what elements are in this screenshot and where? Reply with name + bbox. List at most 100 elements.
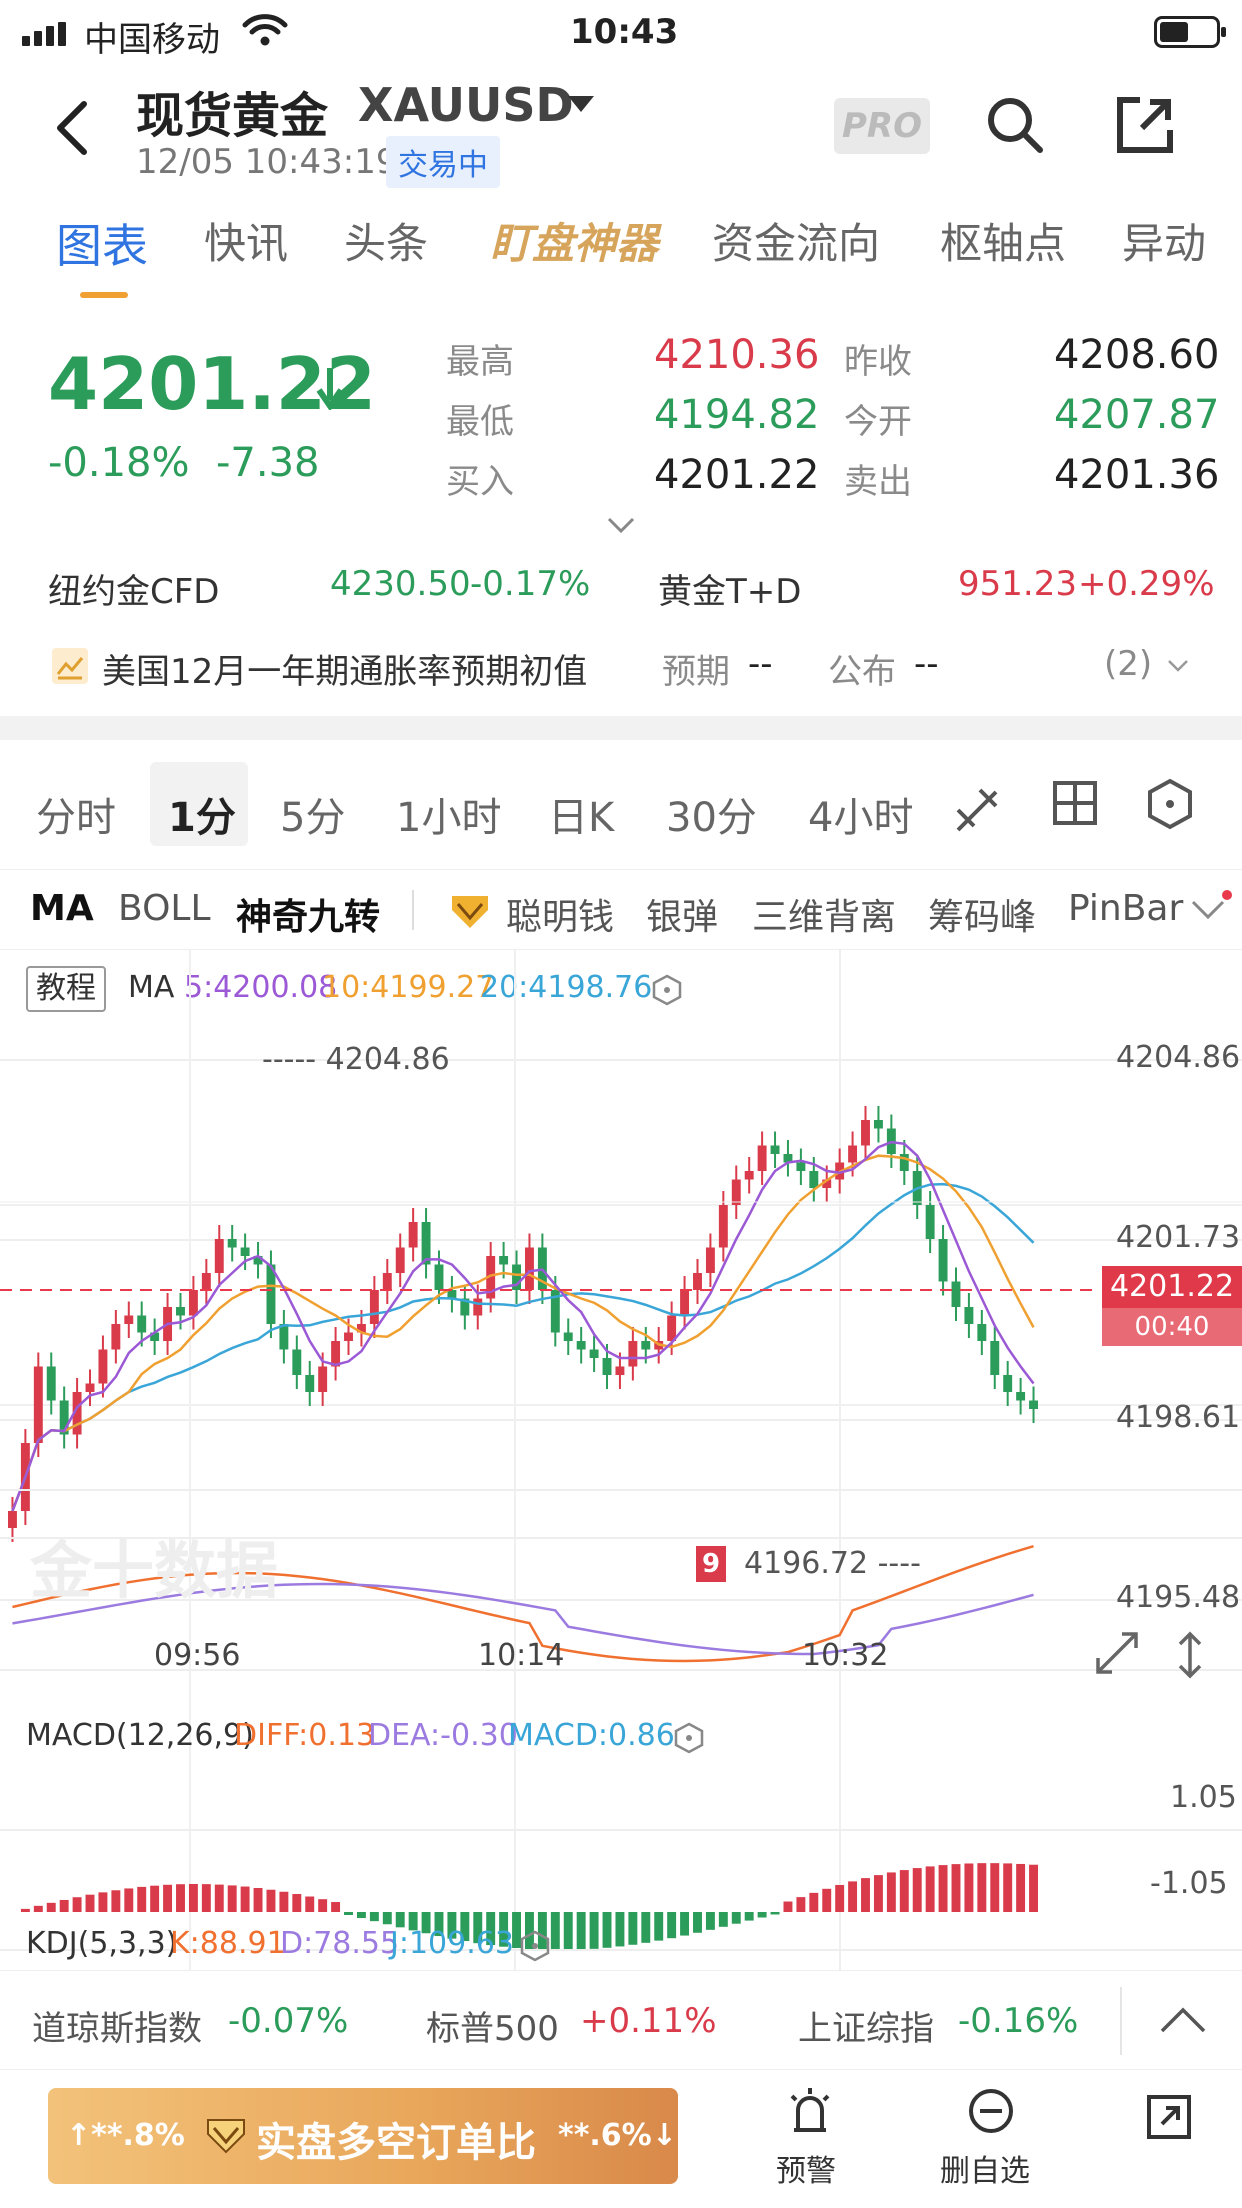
symbol-selector[interactable]: XAUUSD [358,78,574,132]
period-daily[interactable]: 日K [548,785,614,843]
related-price-1: 951.23 [958,564,1077,604]
macd-bar [1029,1864,1038,1912]
tab-monitor[interactable]: 盯盘神器 [490,210,658,271]
tab-chart[interactable]: 图表 [56,210,148,276]
indicator-pinbar[interactable]: PinBar [1068,888,1183,929]
macd-settings-icon[interactable] [674,1722,704,1754]
macd-bar [615,1912,625,1947]
macd-bar [124,1888,134,1912]
index-name[interactable]: 道琼斯指数 [32,2001,202,2050]
candle-body [977,1324,987,1341]
kdj-settings-icon[interactable] [520,1930,550,1962]
expand-chevron-icon[interactable] [606,516,636,534]
draw-tool-icon[interactable] [950,780,1004,836]
macd-bar [731,1912,741,1924]
candle-body [705,1247,715,1273]
tab-headlines[interactable]: 头条 [344,210,428,271]
clock: 10:43 [570,12,679,52]
layout-grid-icon[interactable] [1052,780,1098,826]
macd-bar [938,1865,948,1912]
collapse-chevron-icon[interactable] [1158,2005,1208,2035]
macd-bar [331,1902,341,1912]
indicator-chip-peak[interactable]: 筹码峰 [928,888,1036,940]
event-count[interactable]: (2) [1104,644,1152,684]
macd-label: MACD(12,26,9) [26,1718,254,1753]
candle-body [525,1247,534,1290]
indicator-smart-money[interactable]: 聪明钱 [506,888,614,940]
indicator-separator [412,890,414,930]
chart-canvas [0,950,1242,1970]
alert-button[interactable]: 预警 [760,2086,860,2196]
kdj-j: J:109.63 [390,1926,514,1961]
header: 现货黄金 XAUUSD 12/05 10:43:19 交易中 PRO [0,60,1242,200]
share-icon[interactable] [1114,94,1176,156]
vertical-scale-icon[interactable] [1176,1630,1204,1680]
event-chevron-icon[interactable] [1166,658,1190,674]
candle-body [576,1341,586,1350]
event-title[interactable]: 美国12月一年期通胀率预期初值 [102,644,587,693]
tab-anomaly[interactable]: 异动 [1122,210,1206,271]
kline-chart[interactable]: 教程 MA 5:4200.08 10:4199.27 20:4198.76 --… [0,950,1242,1970]
more-chevron-icon[interactable] [1190,898,1226,922]
period-1min[interactable]: 1分 [168,785,236,843]
kdj-label: KDJ(5,3,3) [26,1926,178,1961]
macd-bar [693,1912,702,1933]
macd-bar [822,1888,832,1912]
minus-circle-icon [969,2089,1013,2133]
candle-body [214,1239,224,1273]
indicator-divergence[interactable]: 三维背离 [752,888,896,940]
index-name[interactable]: 标普500 [426,2001,559,2050]
macd-bar [240,1886,250,1912]
index-name[interactable]: 上证综指 [798,2001,934,2050]
calendar-event-icon [52,648,88,684]
candle-body [499,1256,509,1265]
period-30min[interactable]: 30分 [666,785,757,843]
caret-down-icon[interactable] [566,94,596,114]
back-icon[interactable] [52,98,92,158]
expand-out-icon[interactable] [1146,2094,1192,2140]
search-icon[interactable] [984,94,1046,156]
candle-body [641,1341,651,1350]
candle-body [563,1332,573,1341]
period-5min[interactable]: 5分 [280,785,345,843]
fullscreen-icon[interactable] [1094,1630,1140,1676]
long-short-ratio-button[interactable]: ↑**.8% 实盘多空订单比 **.6%↓ [48,2088,678,2184]
indicator-boll[interactable]: BOLL [118,888,211,929]
candle-body [369,1290,379,1324]
indicator-silver-bullet[interactable]: 银弹 [646,888,718,940]
pro-button[interactable]: PRO [834,98,930,154]
period-tick[interactable]: 分时 [36,785,116,843]
time-axis-label: 10:32 [802,1638,889,1673]
trading-status-badge: 交易中 [386,136,500,188]
related-name-1[interactable]: 黄金T+D [658,564,801,613]
indicator-td-sequential[interactable]: 神奇九转 [236,888,380,940]
candle-body [137,1315,147,1333]
index-change: +0.11% [580,2001,717,2041]
candle-body [176,1307,185,1316]
macd-bar [667,1912,677,1939]
period-1hour[interactable]: 1小时 [396,785,501,843]
event-actual-value: -- [914,644,939,684]
tab-flash-news[interactable]: 快讯 [204,210,288,271]
macd-bar [20,1908,30,1912]
prev-close-value: 4208.60 [1054,332,1220,378]
settings-hex-icon[interactable] [1146,778,1194,830]
macd-bar [977,1863,987,1912]
candle-body [693,1273,702,1290]
macd-bar [589,1912,599,1949]
remove-watchlist-button[interactable]: 删自选 [930,2086,1060,2196]
macd-bar [835,1884,845,1912]
candle-body [292,1349,302,1375]
tab-pivot[interactable]: 枢轴点 [940,210,1066,271]
macd-axis-top: 1.05 [1170,1780,1237,1815]
candle-body [318,1366,328,1392]
macd-bar [188,1884,198,1912]
indicator-ma[interactable]: MA [30,888,94,929]
related-name-0[interactable]: 纽约金CFD [48,564,219,613]
macd-bar [201,1884,211,1912]
high-label: 最高 [446,342,514,382]
period-4hour[interactable]: 4小时 [808,785,913,843]
price-axis-label: 4201.73 [1116,1220,1241,1255]
tab-fund-flow[interactable]: 资金流向 [712,210,880,271]
macd-bar [951,1864,961,1912]
